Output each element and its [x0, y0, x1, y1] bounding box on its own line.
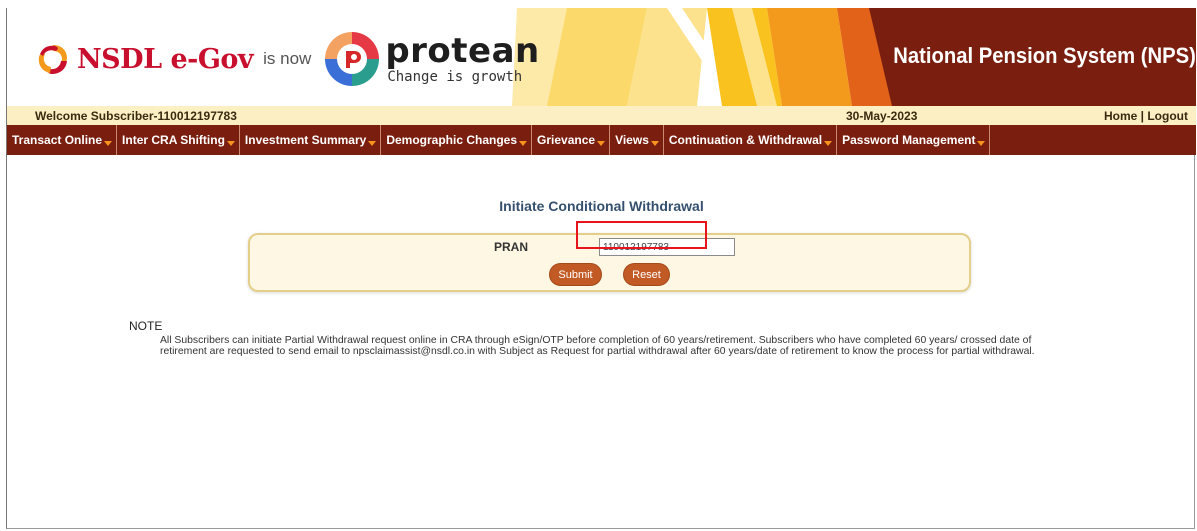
menu-item-continuation-withdrawal[interactable]: Continuation & Withdrawal: [664, 125, 838, 155]
is-now-text: is now: [263, 49, 312, 68]
link-separator: |: [1137, 109, 1148, 123]
note-heading: NOTE: [129, 319, 163, 333]
menu-item-grievance[interactable]: Grievance: [532, 125, 611, 155]
menu-item-label: Inter CRA Shifting: [122, 133, 225, 147]
top-links: Home | Logout: [1104, 109, 1188, 123]
menu-item-label: Password Management: [842, 133, 976, 147]
home-link[interactable]: Home: [1104, 109, 1137, 123]
nsdl-brand-text: NSDL e-Gov: [77, 43, 254, 75]
caret-down-icon: [104, 140, 113, 146]
menu-filler: [990, 125, 1196, 155]
protean-logo-icon: [325, 32, 380, 86]
menu-item-demographic-changes[interactable]: Demographic Changes: [381, 125, 533, 155]
caret-down-icon: [226, 140, 235, 146]
caret-down-icon: [650, 140, 659, 146]
caret-down-icon: [977, 140, 986, 146]
nsdl-logo-icon: [38, 45, 67, 74]
note-text: All Subscribers can initiate Partial Wit…: [160, 335, 1035, 357]
protean-brand-block: protean Change is growth: [385, 34, 539, 84]
welcome-bar: Welcome Subscriber-110012197783 30-May-2…: [7, 106, 1196, 125]
menu-item-label: Grievance: [537, 133, 596, 147]
page-frame: NSDL e-Gov is now protean Change is grow…: [6, 8, 1196, 529]
brand-logos: NSDL e-Gov is now protean Change is grow…: [35, 24, 540, 94]
menu-item-label: Investment Summary: [244, 133, 367, 147]
caret-down-icon: [597, 140, 606, 146]
menu-item-inter-cra-shifting[interactable]: Inter CRA Shifting: [117, 125, 240, 155]
menu-item-label: Continuation & Withdrawal: [668, 133, 823, 147]
menu-item-label: Demographic Changes: [386, 133, 518, 147]
caret-down-icon: [824, 140, 833, 146]
pran-highlight-annotation: [576, 221, 707, 249]
menu-item-label: Views: [615, 133, 649, 147]
menu-item-views[interactable]: Views: [610, 125, 664, 155]
menu-item-transact-online[interactable]: Transact Online: [7, 125, 118, 155]
header-banner: NSDL e-Gov is now protean Change is grow…: [7, 8, 1196, 106]
menu-item-investment-summary[interactable]: Investment Summary: [240, 125, 382, 155]
current-date: 30-May-2023: [846, 109, 918, 123]
protean-brand-text: protean: [385, 31, 540, 71]
caret-down-icon: [519, 140, 528, 146]
menu-item-label: Transact Online: [12, 133, 103, 147]
main-menu: Transact Online Inter CRA Shifting Inves…: [7, 125, 1196, 155]
welcome-text: Welcome Subscriber-110012197783: [35, 109, 237, 123]
reset-button[interactable]: Reset: [623, 263, 670, 286]
page-title: Initiate Conditional Withdrawal: [499, 198, 704, 214]
protean-tagline: Change is growth: [387, 69, 523, 85]
menu-item-password-management[interactable]: Password Management: [837, 125, 991, 155]
caret-down-icon: [368, 140, 377, 146]
logout-link[interactable]: Logout: [1147, 109, 1188, 123]
system-title: National Pension System (NPS): [893, 43, 1196, 68]
submit-button[interactable]: Submit: [549, 263, 602, 286]
pran-label: PRAN: [494, 240, 529, 254]
